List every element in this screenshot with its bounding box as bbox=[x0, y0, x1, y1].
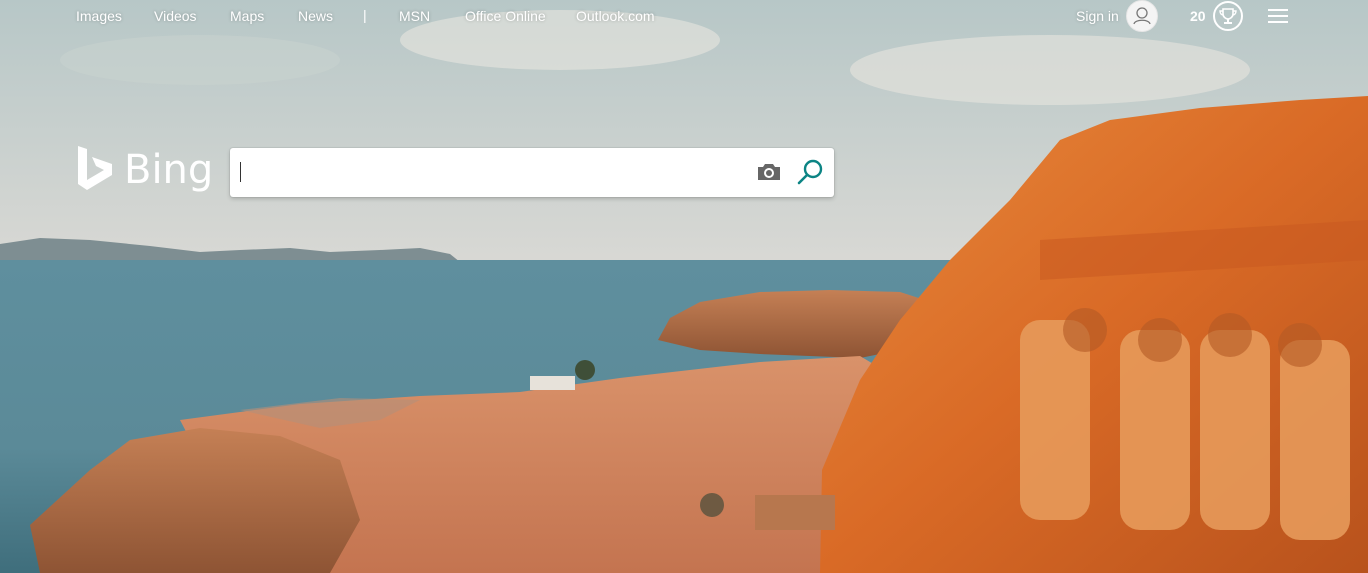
nav-link-images[interactable]: Images bbox=[76, 8, 122, 24]
top-nav: Images Videos Maps News | MSN Office Onl… bbox=[0, 0, 1368, 32]
rewards-count[interactable]: 20 bbox=[1190, 8, 1206, 24]
nav-link-videos[interactable]: Videos bbox=[154, 8, 197, 24]
camera-icon[interactable] bbox=[756, 160, 782, 184]
nav-separator: | bbox=[363, 7, 367, 23]
nav-link-office-online[interactable]: Office Online bbox=[465, 8, 546, 24]
search-box bbox=[230, 148, 834, 197]
nav-link-maps[interactable]: Maps bbox=[230, 8, 264, 24]
nav-link-news[interactable]: News bbox=[298, 8, 333, 24]
hamburger-menu-icon[interactable] bbox=[1268, 8, 1290, 24]
search-icon[interactable] bbox=[796, 158, 824, 186]
bing-logo-icon bbox=[78, 146, 112, 190]
sign-in-link[interactable]: Sign in bbox=[1076, 8, 1119, 24]
trophy-icon[interactable] bbox=[1213, 1, 1243, 31]
person-icon[interactable] bbox=[1126, 0, 1158, 32]
bing-logo-text: Bing bbox=[124, 147, 214, 193]
background-image bbox=[0, 0, 1368, 573]
search-input[interactable] bbox=[238, 156, 742, 191]
bing-logo[interactable]: Bing bbox=[76, 144, 213, 196]
text-cursor bbox=[240, 162, 241, 182]
nav-link-msn[interactable]: MSN bbox=[399, 8, 430, 24]
nav-link-outlook[interactable]: Outlook.com bbox=[576, 8, 655, 24]
